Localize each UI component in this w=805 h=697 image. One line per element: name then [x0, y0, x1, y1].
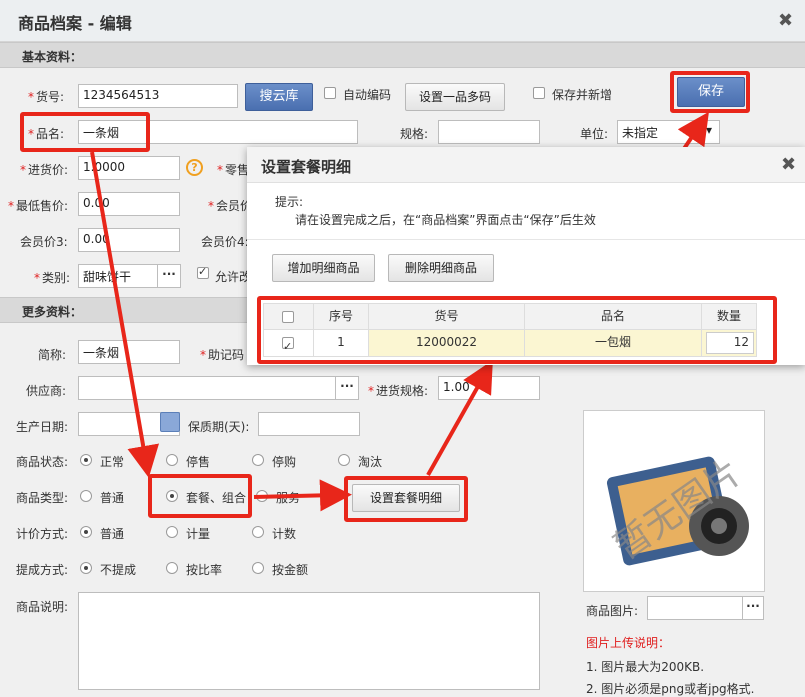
dialog-titlebar: 设置套餐明细 ✖ [247, 147, 805, 183]
dialog-tip-text: 请在设置完成之后，在“商品档案”界面点击“保存”后生效 [295, 213, 596, 227]
arrow-name-to-combo [90, 151, 160, 478]
highlight-detail-table [257, 296, 777, 364]
arrow-combo-to-button [253, 479, 352, 512]
add-detail-button[interactable]: 增加明细商品 [272, 254, 375, 282]
dialog-tip-label: 提示: [275, 195, 304, 209]
dialog-close-icon[interactable]: ✖ [781, 154, 796, 175]
combo-detail-dialog: 设置套餐明细 ✖ 提示: 请在设置完成之后，在“商品档案”界面点击“保存”后生效… [247, 147, 805, 365]
arrow-button-to-table [426, 360, 493, 476]
dialog-title: 设置套餐明细 [261, 158, 352, 176]
delete-detail-button[interactable]: 删除明细商品 [388, 254, 494, 282]
